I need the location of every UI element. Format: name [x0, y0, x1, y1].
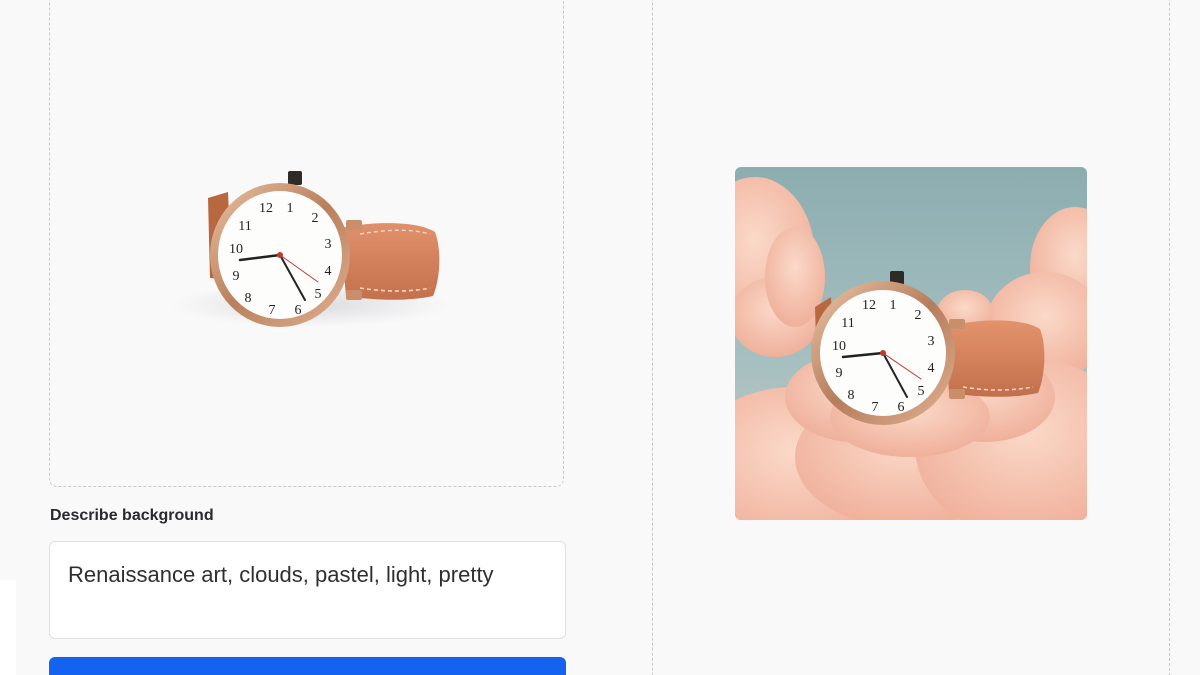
svg-text:12: 12	[862, 298, 876, 313]
svg-text:2: 2	[312, 211, 319, 226]
describe-background-label: Describe background	[50, 507, 214, 524]
svg-text:12: 12	[259, 201, 273, 216]
result-generated-image: 1 2 3 4 5 6 7 8 9 10 11 12	[735, 167, 1087, 520]
svg-text:10: 10	[229, 242, 243, 257]
svg-text:1: 1	[890, 298, 897, 313]
svg-text:2: 2	[915, 308, 922, 323]
svg-text:7: 7	[872, 400, 879, 415]
svg-text:4: 4	[928, 361, 935, 376]
svg-text:6: 6	[295, 303, 302, 318]
svg-text:7: 7	[269, 303, 276, 318]
input-product-image: 1 2 3 4 5 6 7 8 9 10 11 12	[170, 171, 450, 327]
generate-button[interactable]	[49, 657, 566, 675]
svg-text:4: 4	[325, 264, 332, 279]
svg-text:1: 1	[287, 201, 294, 216]
svg-text:9: 9	[233, 269, 240, 284]
svg-text:11: 11	[238, 219, 251, 234]
svg-text:3: 3	[928, 334, 935, 349]
page: 1 2 3 4 5 6 7 8 9 10 11 12 Describe back…	[0, 0, 1200, 675]
svg-text:3: 3	[325, 237, 332, 252]
svg-text:6: 6	[898, 400, 905, 415]
svg-text:5: 5	[918, 384, 925, 399]
svg-text:11: 11	[841, 316, 854, 331]
background-prompt-input[interactable]	[49, 541, 566, 639]
svg-text:9: 9	[836, 366, 843, 381]
right-scroll-rail	[1170, 0, 1200, 675]
svg-text:8: 8	[848, 388, 855, 403]
svg-text:8: 8	[245, 291, 252, 306]
left-edge-strip	[0, 580, 16, 675]
svg-text:10: 10	[832, 339, 846, 354]
svg-text:5: 5	[315, 287, 322, 302]
